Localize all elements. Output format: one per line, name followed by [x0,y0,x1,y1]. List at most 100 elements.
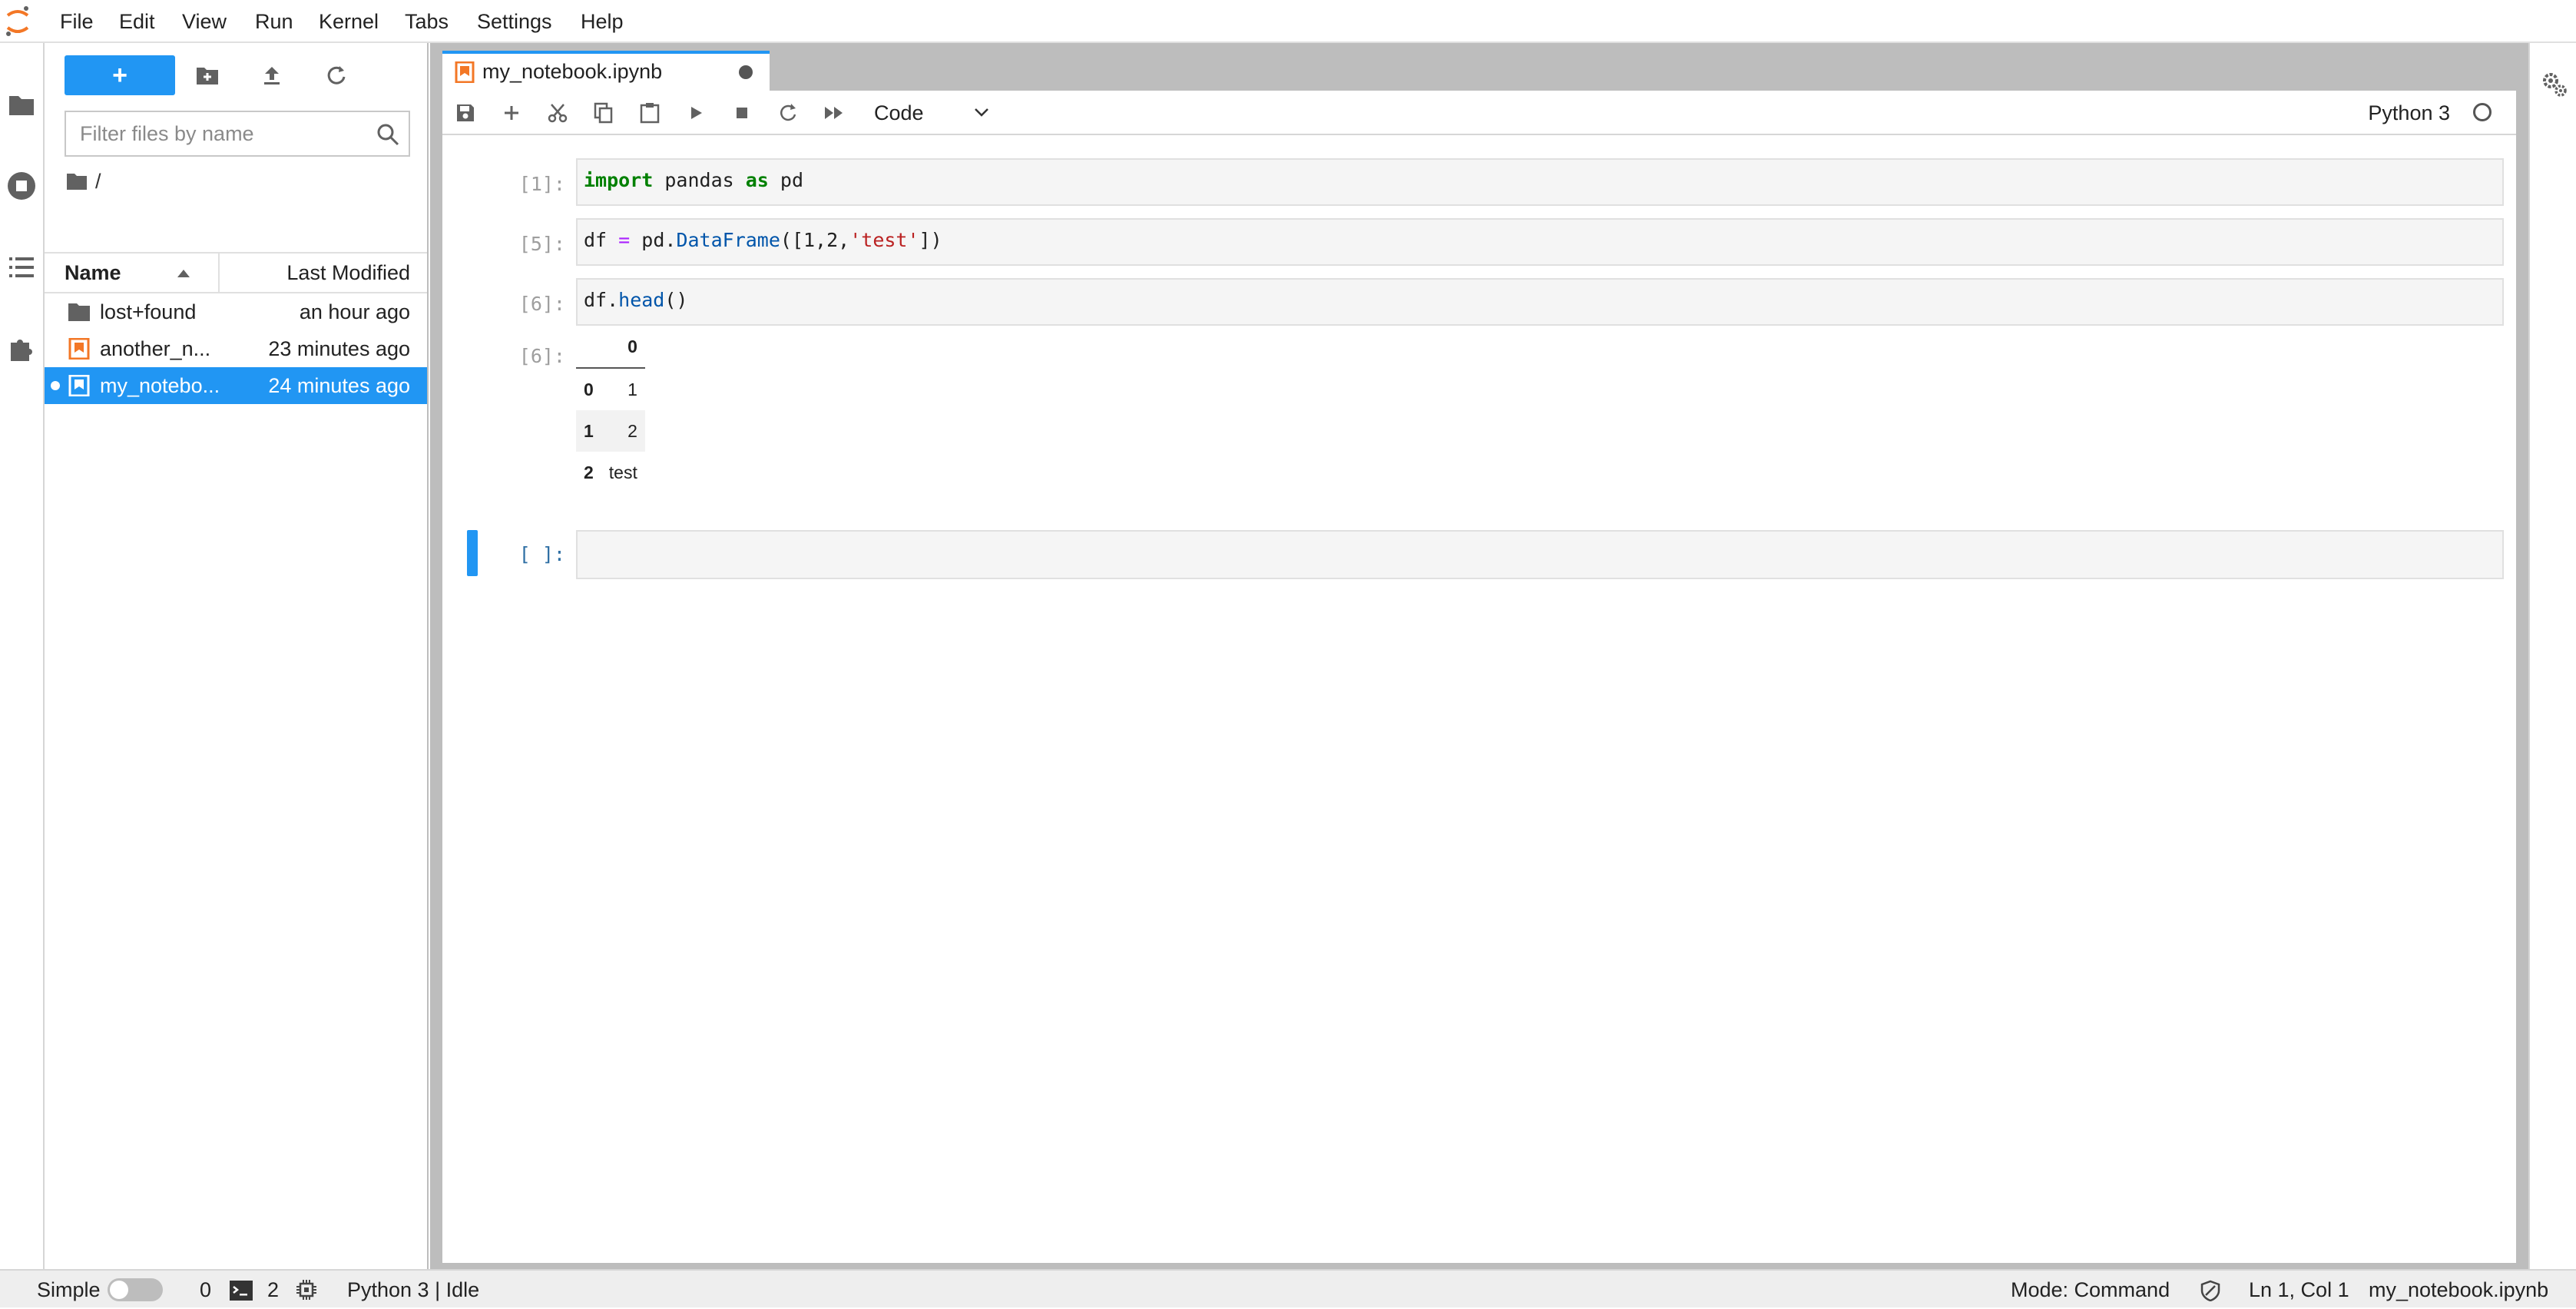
run-cell-button[interactable] [677,94,714,131]
folder-icon[interactable] [66,172,88,191]
code-cell-empty[interactable] [576,530,2504,579]
file-name: another_n... [100,337,211,360]
kernels-count[interactable]: 2 [267,1271,279,1309]
save-button[interactable] [447,94,484,131]
refresh-icon [327,66,346,85]
folder-icon [68,303,90,321]
terminals-count[interactable]: 0 [200,1271,211,1309]
code-cell[interactable]: df = pd.DataFrame([1,2,'test']) [576,218,2504,266]
terminal-icon[interactable] [229,1280,253,1301]
file-name: lost+found [100,300,197,323]
refresh-button[interactable] [318,57,355,94]
restart-icon [780,104,796,121]
insert-cell-button[interactable] [493,94,530,131]
trust-shield-icon[interactable] [2200,1280,2221,1301]
table-of-contents-icon[interactable] [0,246,43,289]
extensions-puzzle-icon[interactable] [0,327,43,370]
new-launcher-button[interactable]: + [65,55,175,95]
interrupt-kernel-button[interactable] [723,94,760,131]
code-function: head [618,289,665,311]
menu-bar: File Edit View Run Kernel Tabs Settings … [0,0,2576,43]
table-row-index: 0 [584,379,594,399]
copy-button[interactable] [585,94,622,131]
name-column-header[interactable]: Name [65,254,121,292]
menu-help[interactable]: Help [581,0,624,43]
play-icon [691,107,702,119]
new-folder-button[interactable] [189,57,226,94]
kernel-chip-icon[interactable] [295,1278,318,1301]
menu-settings[interactable]: Settings [477,0,552,43]
restart-kernel-button[interactable] [770,94,806,131]
file-list-item[interactable]: another_n... 23 minutes ago [45,330,427,367]
kernel-status[interactable]: Python 3 | Idle [347,1271,479,1309]
column-divider [218,254,220,292]
notebook-icon [455,61,475,83]
menu-view[interactable]: View [182,0,227,43]
jupyter-logo-icon [5,5,31,38]
plus-icon: + [112,61,127,90]
menu-edit[interactable]: Edit [119,0,155,43]
copy-icon [594,102,613,124]
restart-run-all-button[interactable] [816,94,853,131]
search-icon [377,124,399,146]
simple-mode-label: Simple [37,1278,101,1301]
cell-type-value: Code [874,101,924,124]
cell-type-dropdown[interactable]: Code [874,95,997,131]
menu-run[interactable]: Run [255,0,293,43]
cursor-position[interactable]: Ln 1, Col 1 [2249,1271,2349,1309]
left-sidebar [0,43,45,1269]
unsaved-indicator-icon[interactable] [739,65,753,79]
cell-prompt: [5]: [518,233,565,255]
filter-files-input[interactable] [66,112,379,155]
table-cell: 2 [627,420,637,441]
code-string: 'test' [849,229,919,251]
running-indicator-icon [51,381,60,390]
table-row-index: 1 [584,420,594,441]
cell-prompt: [ ]: [518,543,565,565]
code-operator: = [618,229,631,251]
code-cell[interactable]: import pandas as pd [576,158,2504,206]
menu-kernel[interactable]: Kernel [319,0,379,43]
status-filename: my_notebook.ipynb [2369,1278,2549,1301]
kernel-idle-indicator-icon [2473,103,2492,121]
cut-button[interactable] [539,94,576,131]
table-cell: 1 [627,379,637,399]
notebook-panel: Code Python 3 [1]: import pandas as pd [… [442,91,2516,1263]
scissors-icon [548,104,568,123]
paste-button[interactable] [631,94,668,131]
file-list-item-selected[interactable]: my_notebo... 24 minutes ago [45,367,427,404]
table-row-index: 2 [584,462,594,482]
right-sidebar [2528,43,2576,1269]
status-bar: Simple 0 2 Python 3 | Idle Mode: Command… [0,1269,2576,1307]
tab-my-notebook[interactable]: my_notebook.ipynb [442,51,770,91]
chevron-down-icon [975,108,988,117]
code-function: DataFrame [676,229,780,251]
menu-file[interactable]: File [60,0,94,43]
file-list-header: Name Last Modified [45,252,427,293]
folder-icon[interactable] [0,83,43,126]
sort-ascending-icon [177,270,190,277]
editor-mode: Mode: Command [2011,1278,2170,1301]
notebook-toolbar: Code Python 3 [442,91,2516,135]
cell-prompt: [6]: [518,293,565,315]
code-keyword: import [584,169,654,191]
kernel-name[interactable]: Python 3 [2368,91,2450,135]
breadcrumb-root[interactable]: / [95,170,101,194]
paste-icon [640,103,660,124]
file-list-item[interactable]: lost+found an hour ago [45,293,427,330]
code-cell[interactable]: df.head() [576,278,2504,326]
upload-icon [264,67,280,85]
last-modified-column-header[interactable]: Last Modified [286,254,410,292]
plus-icon [505,106,518,120]
file-name: my_notebo... [100,374,220,397]
simple-mode-toggle[interactable] [108,1278,163,1301]
running-sessions-icon[interactable] [0,164,43,207]
menu-tabs[interactable]: Tabs [405,0,449,43]
table-header-row: 0 [576,326,645,369]
save-icon [457,104,474,121]
table-row: 1 2 [576,410,645,452]
fast-forward-icon [825,107,843,119]
property-inspector-gears-icon[interactable] [2533,63,2576,106]
code-keyword: as [745,169,769,191]
upload-button[interactable] [253,57,290,94]
